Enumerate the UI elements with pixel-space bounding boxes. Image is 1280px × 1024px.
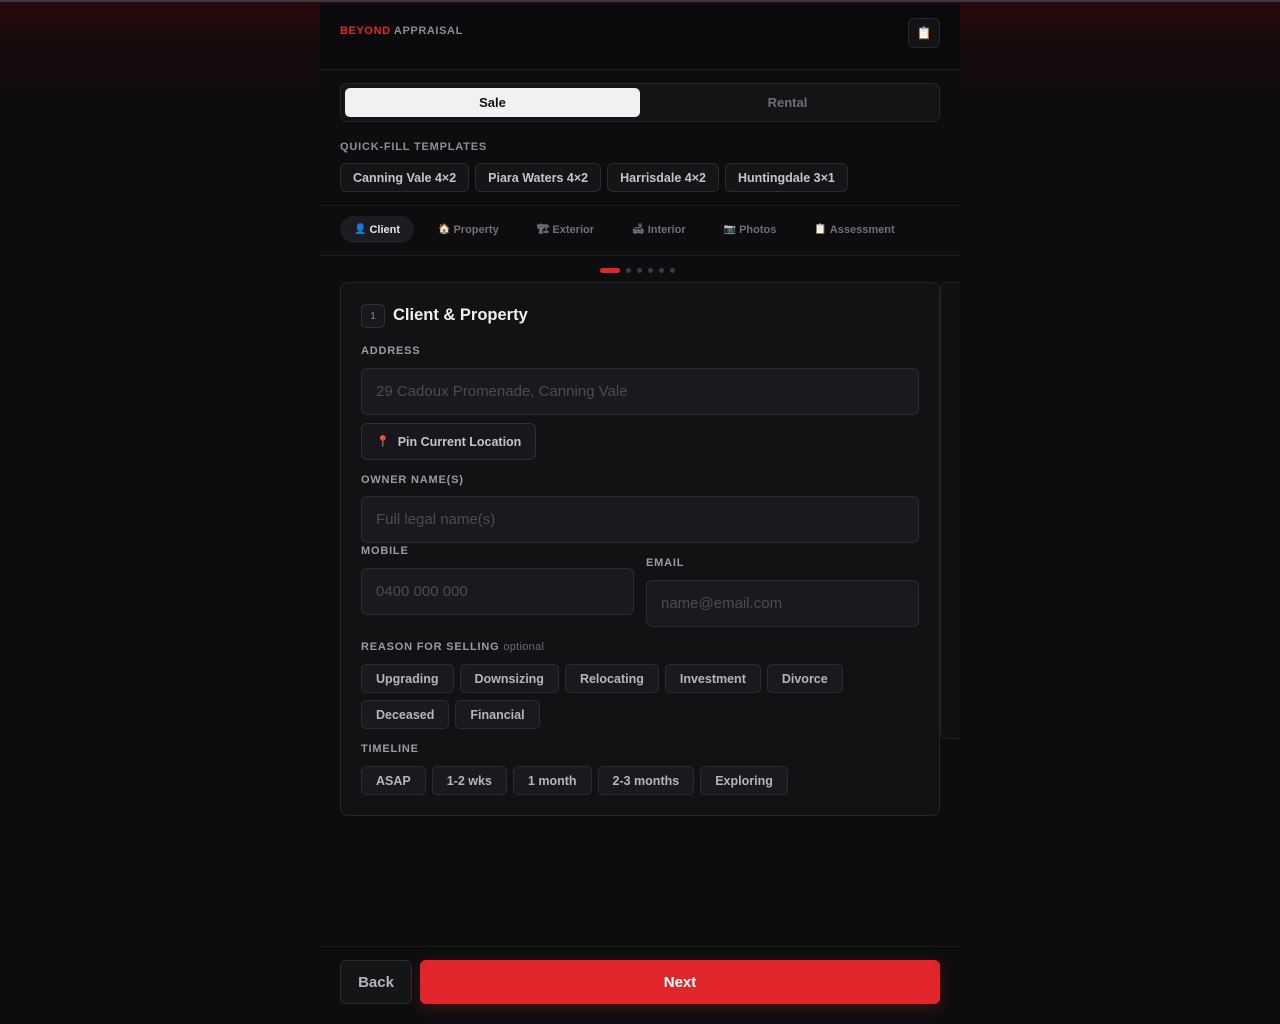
tab-photos[interactable]: 📷 Photos [710,216,791,243]
step-progress-dots [600,268,675,273]
progress-dot [659,268,664,273]
user-icon: 👤 [354,224,367,235]
tab-label: Exterior [552,223,594,236]
step-number-badge: 1 [361,304,385,328]
window-top-border [0,0,1280,2]
next-button[interactable]: Next [420,960,940,1004]
pin-location-button[interactable]: 📍 Pin Current Location [361,423,537,460]
template-chip[interactable]: Piara Waters 4×2 [475,163,602,192]
tab-label: Property [453,223,499,236]
progress-dot-active [600,268,620,273]
reason-option[interactable]: Deceased [361,700,450,729]
reason-label: REASON FOR SELLING optional [361,641,544,653]
back-button[interactable]: Back [340,960,412,1004]
app-container: BEYOND APPRAISAL 📋 Sale Rental QUICK-FIL… [320,4,960,1024]
tab-exterior[interactable]: 🏗 Exterior [523,216,608,243]
reason-option[interactable]: Investment [664,664,761,693]
timeline-option[interactable]: Exploring [700,766,788,795]
tab-interior[interactable]: 🛋 Interior [618,216,700,243]
timeline-option[interactable]: 1-2 wks [431,766,507,795]
brand-part-2: APPRAISAL [393,25,463,37]
timeline-option[interactable]: 2-3 months [597,766,695,795]
house-icon: 🏠 [438,224,451,235]
tab-client[interactable]: 👤 Client [340,216,415,243]
progress-dot [670,268,675,273]
reason-options-row-1: Upgrading Downsizing Relocating Investme… [361,664,843,693]
pin-location-label: Pin Current Location [397,434,522,449]
app-header: BEYOND APPRAISAL 📋 [320,4,960,70]
optional-tag: optional [503,641,545,653]
brand-logo: BEYOND APPRAISAL [340,25,463,37]
email-input[interactable] [646,580,919,627]
next-step-card-peek[interactable] [940,282,960,739]
mode-sale-button[interactable]: Sale [345,88,640,117]
card-title: Client & Property [393,306,528,324]
camera-icon: 📷 [723,224,737,235]
template-chip[interactable]: Harrisdale 4×2 [607,163,719,192]
timeline-label: TIMELINE [361,743,419,755]
progress-dot [648,268,653,273]
clipboard-icon: 📋 [814,224,827,235]
address-label: ADDRESS [361,345,421,357]
tab-label: Client [369,223,401,236]
progress-dot [626,268,631,273]
mode-rental-button[interactable]: Rental [640,88,935,117]
reason-option[interactable]: Downsizing [459,664,559,693]
address-input[interactable] [361,368,919,415]
tab-property[interactable]: 🏠 Property [424,216,513,243]
clipboard-icon[interactable]: 📋 [908,18,940,48]
couch-icon: 🛋 [632,224,645,235]
timeline-option[interactable]: ASAP [361,766,426,795]
mobile-label: MOBILE [361,545,409,557]
template-chip[interactable]: Huntingdale 3×1 [724,163,848,192]
reason-option[interactable]: Relocating [564,664,659,693]
owner-name-input[interactable] [361,496,919,543]
quick-fill-label: QUICK-FILL TEMPLATES [340,141,487,153]
timeline-option[interactable]: 1 month [512,766,592,795]
reason-options-row-2: Deceased Financial [361,700,540,729]
timeline-options: ASAP 1-2 wks 1 month 2-3 months Explorin… [361,766,788,795]
email-label: EMAIL [646,557,685,569]
quick-fill-templates: Canning Vale 4×2 Piara Waters 4×2 Harris… [340,163,848,192]
reason-option[interactable]: Financial [455,700,540,729]
template-chip[interactable]: Canning Vale 4×2 [340,163,470,192]
building-icon: 🏗 [536,224,550,235]
progress-dot [637,268,642,273]
sale-rental-toggle: Sale Rental [340,83,940,122]
client-property-card: 1 Client & Property ADDRESS 📍 Pin Curren… [340,282,940,816]
map-pin-icon: 📍 [376,436,390,448]
owner-name-label: OWNER NAME(S) [361,474,464,486]
tab-label: Assessment [829,223,895,236]
brand-part-1: BEYOND [340,25,391,37]
section-tabs-bar: 👤 Client 🏠 Property 🏗 Exterior 🛋 Interio… [320,205,960,256]
tab-label: Interior [647,223,686,236]
tab-label: Photos [739,223,777,236]
reason-option[interactable]: Upgrading [361,664,454,693]
tab-assessment[interactable]: 📋 Assessment [800,216,908,243]
footer-nav: Back Next [320,946,960,1024]
reason-option[interactable]: Divorce [766,664,843,693]
mobile-input[interactable] [361,568,634,615]
reason-label-text: REASON FOR SELLING [361,641,500,653]
